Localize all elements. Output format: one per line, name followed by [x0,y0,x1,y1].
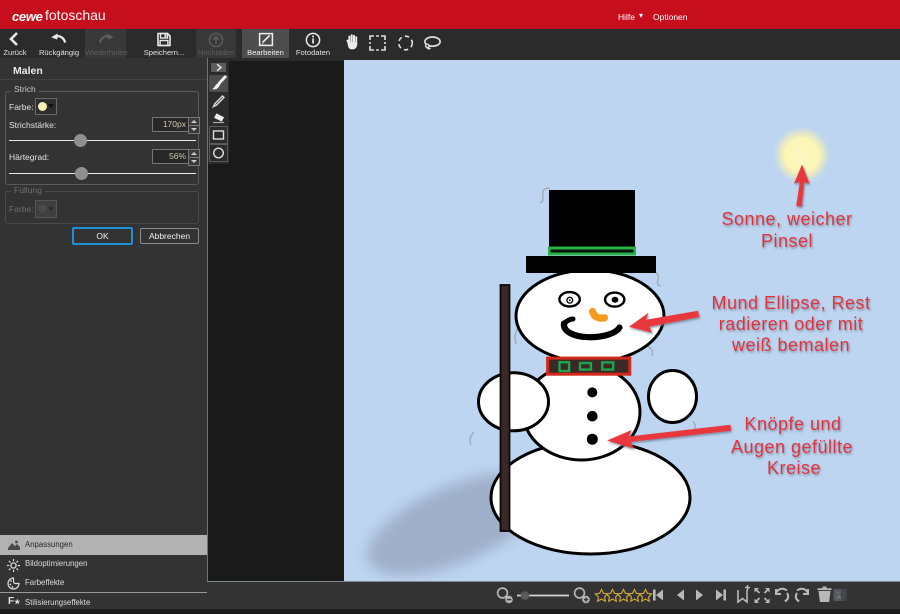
svg-text:Pinsel: Pinsel [761,231,813,251]
svg-text:Mund Ellipse, Rest: Mund Ellipse, Rest [711,293,870,313]
svg-text:weiß bemalen: weiß bemalen [731,335,850,355]
svg-text:Augen gefüllte: Augen gefüllte [731,437,853,457]
svg-text:Kreise: Kreise [767,458,821,478]
svg-text:radieren oder mit: radieren oder mit [719,314,864,334]
svg-text:Sonne, weicher: Sonne, weicher [721,209,852,229]
svg-text:Knöpfe und: Knöpfe und [744,414,841,434]
